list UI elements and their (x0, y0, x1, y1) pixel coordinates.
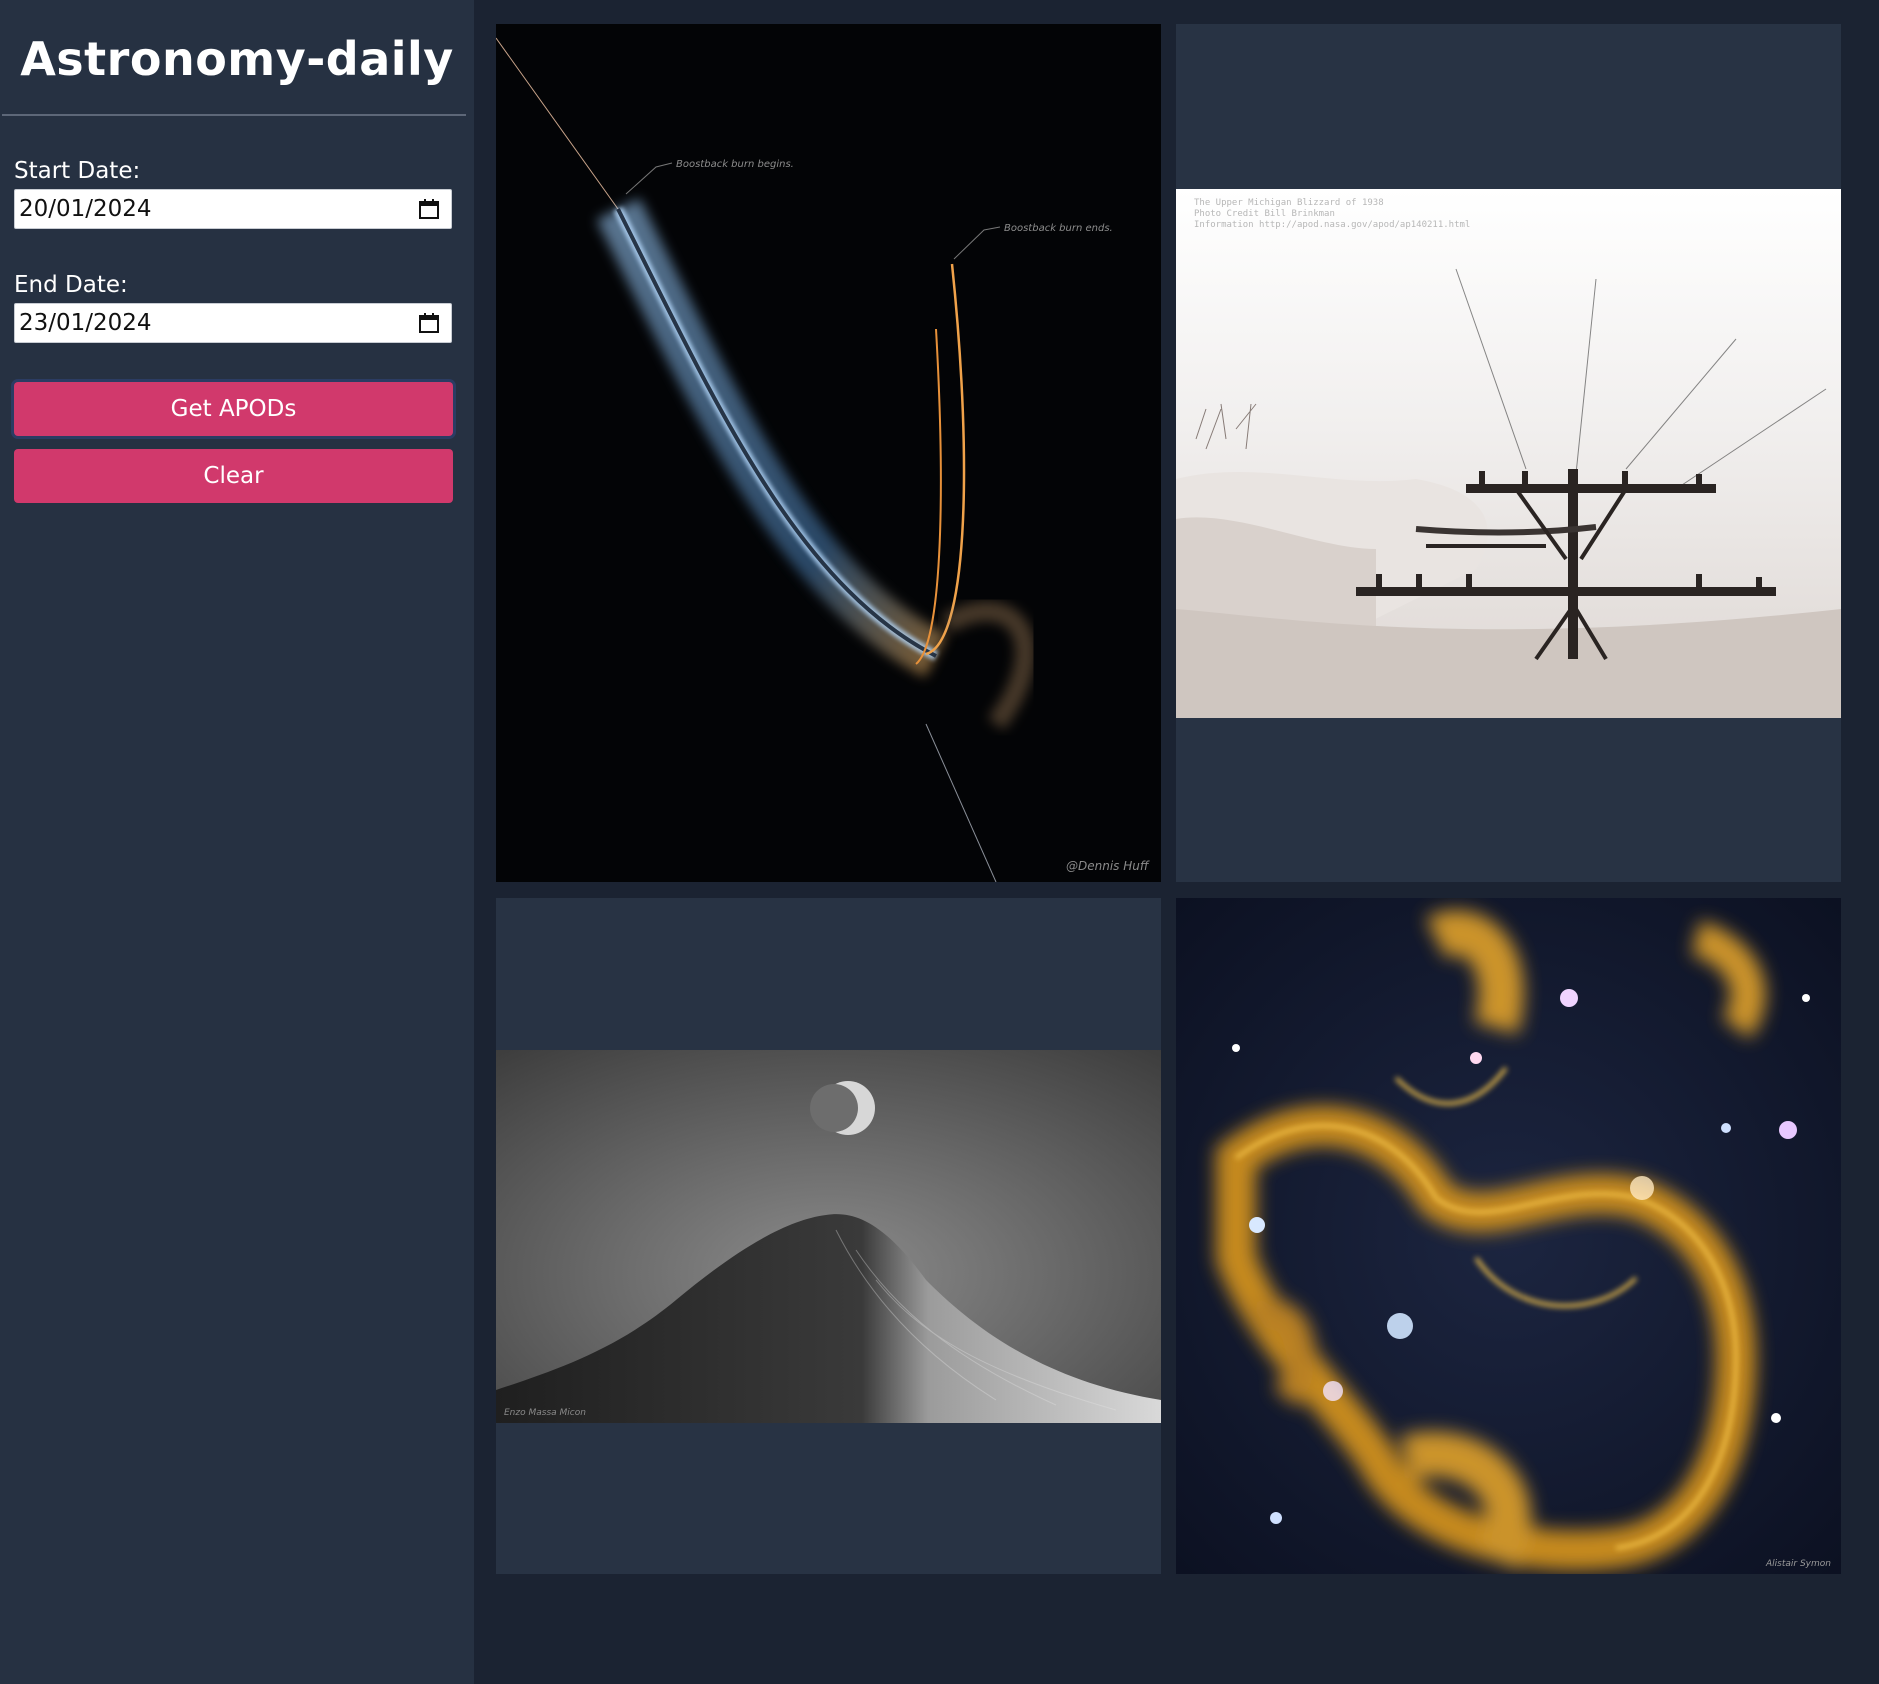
title-divider (2, 114, 466, 116)
apod-card[interactable]: Boostback burn begins. Boostback burn en… (496, 24, 1161, 882)
end-date-value: 23/01/2024 (19, 310, 152, 336)
get-apods-button[interactable]: Get APODs (14, 382, 453, 436)
apod-card[interactable]: Alistair Symon (1176, 898, 1841, 1574)
app-title: Astronomy-daily (20, 32, 454, 86)
blizzard-image[interactable]: The Upper Michigan Blizzard of 1938 Phot… (1176, 189, 1841, 718)
boostback-begins-label: Boostback burn begins. (676, 159, 794, 170)
start-date-value: 20/01/2024 (19, 196, 152, 222)
calendar-icon[interactable] (417, 311, 441, 335)
caption-line: The Upper Michigan Blizzard of 1938 (1194, 198, 1384, 208)
rocket-trail-image[interactable]: Boostback burn begins. Boostback burn en… (496, 24, 1161, 882)
moon-mountain-image[interactable]: Enzo Massa Micon (496, 1050, 1161, 1423)
end-date-label: End Date: (14, 272, 128, 298)
nebula-image[interactable]: Alistair Symon (1176, 898, 1841, 1574)
caption-line: Information http://apod.nasa.gov/apod/ap… (1194, 220, 1470, 230)
photo-credit: Enzo Massa Micon (504, 1408, 586, 1418)
caption-line: Photo Credit Bill Brinkman (1194, 209, 1335, 219)
photo-credit: Alistair Symon (1765, 1559, 1831, 1569)
start-date-label: Start Date: (14, 158, 141, 184)
calendar-icon[interactable] (417, 197, 441, 221)
apod-card[interactable]: The Upper Michigan Blizzard of 1938 Phot… (1176, 24, 1841, 882)
photo-credit: @Dennis Huff (1066, 859, 1150, 873)
apod-card[interactable]: Enzo Massa Micon (496, 898, 1161, 1574)
clear-button[interactable]: Clear (14, 449, 453, 503)
start-date-input[interactable]: 20/01/2024 (14, 189, 452, 229)
gallery: Boostback burn begins. Boostback burn en… (474, 0, 1879, 1684)
boostback-ends-label: Boostback burn ends. (1004, 223, 1113, 234)
end-date-input[interactable]: 23/01/2024 (14, 303, 452, 343)
sidebar: Astronomy-daily Start Date: 20/01/2024 E… (0, 0, 474, 1684)
